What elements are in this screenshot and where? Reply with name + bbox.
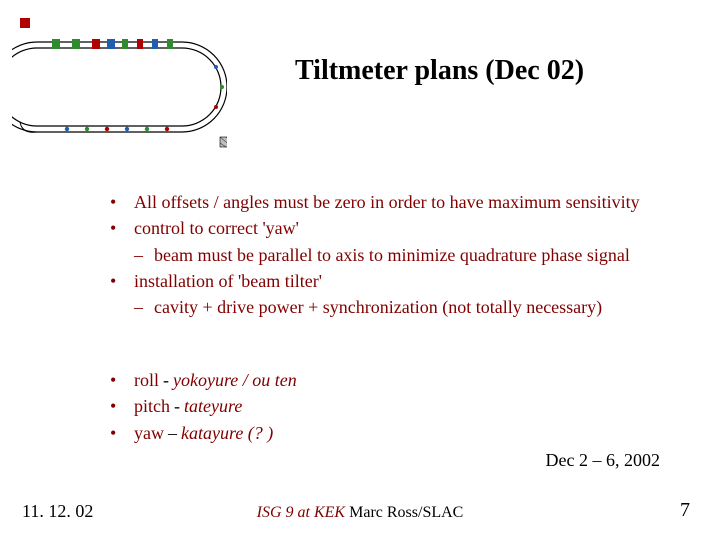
sub-bullet-item: –cavity + drive power + synchronization …: [134, 295, 640, 319]
bullet-marker: •: [110, 394, 134, 418]
footer-event: ISG 9 at KEK: [257, 504, 345, 521]
bullet-item: •All offsets / angles must be zero in or…: [110, 190, 640, 214]
main-bullet-list: •All offsets / angles must be zero in or…: [110, 190, 640, 321]
term-separator: -: [174, 394, 180, 418]
slide-title: Tiltmeter plans (Dec 02): [295, 55, 584, 87]
footer-author: Marc Ross/SLAC: [345, 504, 463, 521]
sub-bullet-marker: –: [134, 243, 154, 267]
term-label: pitch: [134, 394, 170, 418]
term-label: yaw: [134, 421, 164, 445]
bullet-item: •control to correct 'yaw': [110, 216, 640, 240]
bullet-text: installation of 'beam tilter': [134, 269, 640, 293]
term-separator: -: [163, 368, 169, 392]
terms-bullet-list: •roll - yokoyure / ou ten•pitch - tateyu…: [110, 368, 297, 447]
term-item: •pitch - tateyure: [110, 394, 297, 418]
sub-bullet-marker: –: [134, 295, 154, 319]
term-item: •roll - yokoyure / ou ten: [110, 368, 297, 392]
ring-diagram: [12, 12, 227, 152]
bullet-marker: •: [110, 269, 134, 293]
page-number: 7: [680, 499, 690, 522]
term-value: tateyure: [184, 394, 242, 418]
bullet-marker: •: [110, 421, 134, 445]
term-value: yokoyure / ou ten: [173, 368, 297, 392]
footer-center: ISG 9 at KEK Marc Ross/SLAC: [0, 504, 720, 522]
slide: Tiltmeter plans (Dec 02) •All offsets / …: [0, 0, 720, 540]
date-range: Dec 2 – 6, 2002: [546, 450, 660, 471]
bullet-text: All offsets / angles must be zero in ord…: [134, 190, 640, 214]
sub-bullet-item: –beam must be parallel to axis to minimi…: [134, 243, 640, 267]
bullet-item: •installation of 'beam tilter': [110, 269, 640, 293]
bullet-marker: •: [110, 190, 134, 214]
bullet-marker: •: [110, 216, 134, 240]
term-separator: –: [168, 421, 177, 445]
term-label: roll: [134, 368, 159, 392]
sub-bullet-text: beam must be parallel to axis to minimiz…: [154, 243, 640, 267]
sub-bullet-text: cavity + drive power + synchronization (…: [154, 295, 640, 319]
term-value: katayure (? ): [181, 421, 273, 445]
term-item: •yaw – katayure (? ): [110, 421, 297, 445]
bullet-marker: •: [110, 368, 134, 392]
bullet-text: control to correct 'yaw': [134, 216, 640, 240]
